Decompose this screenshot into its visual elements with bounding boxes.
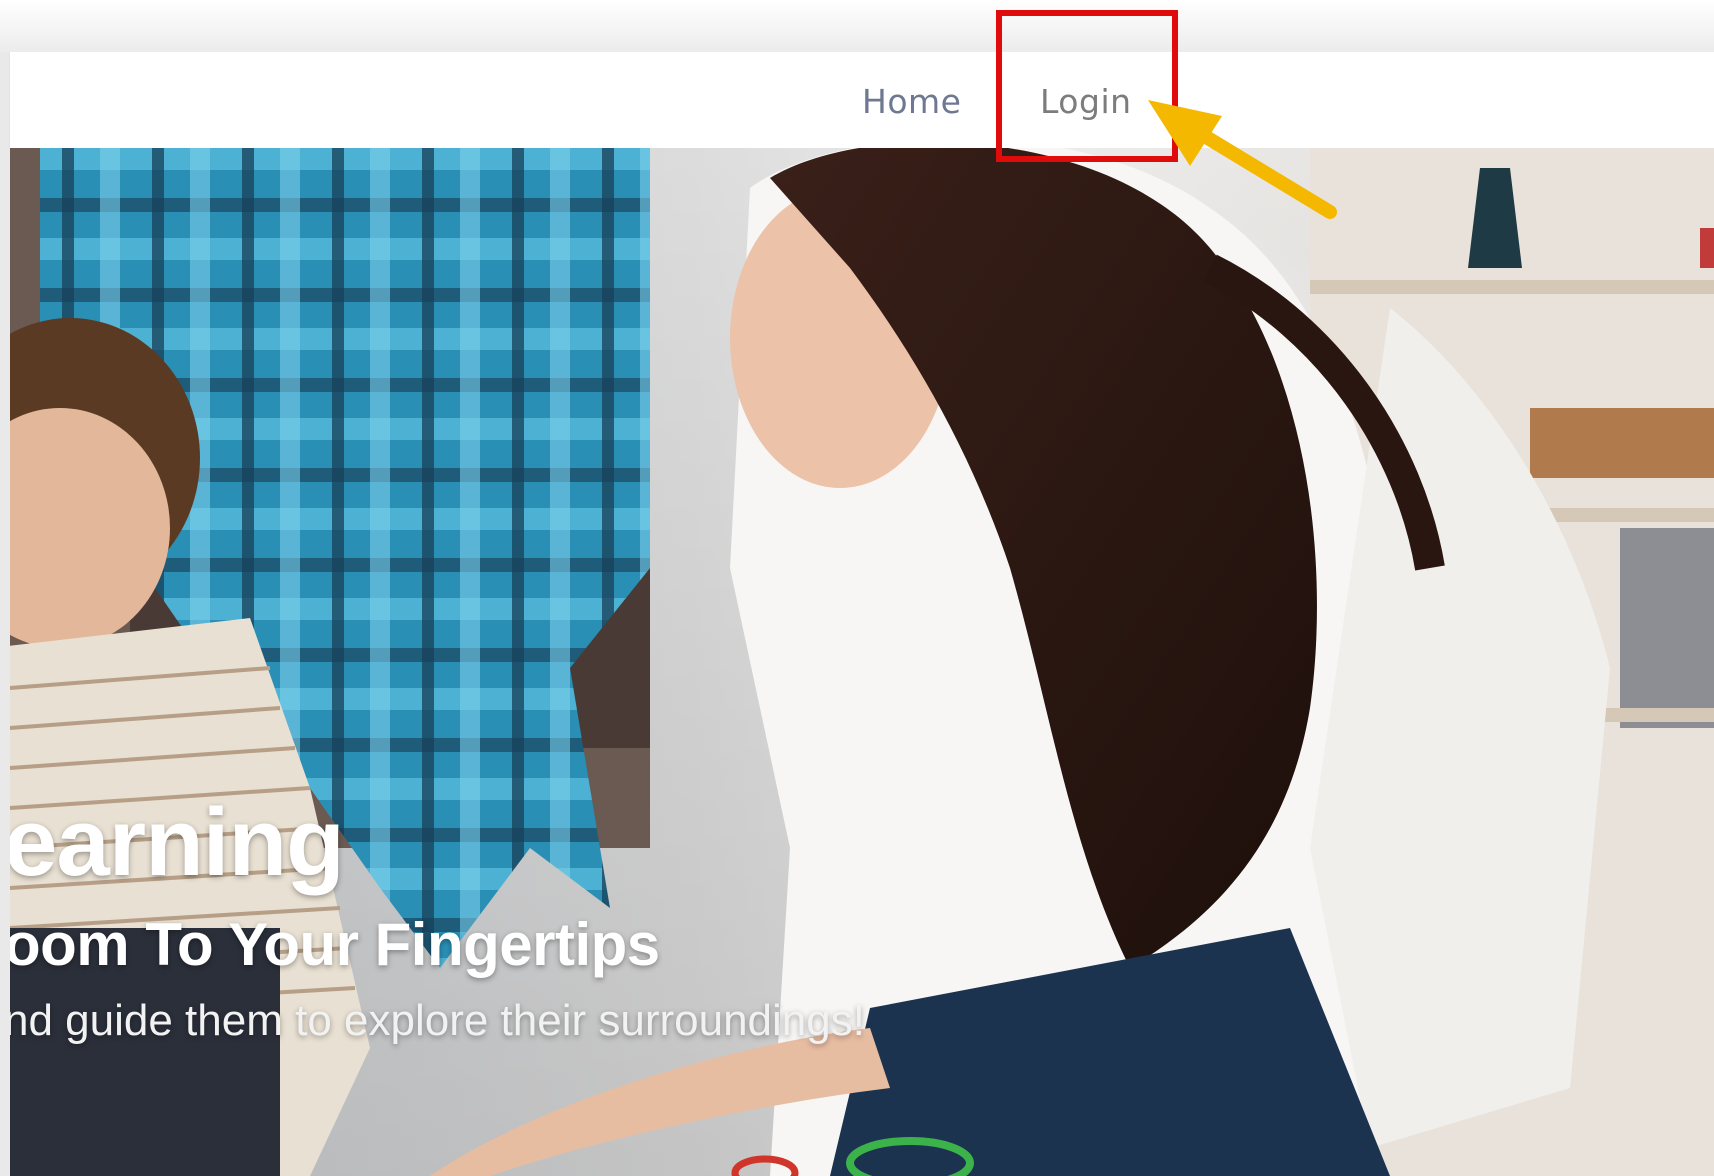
hero-tagline: nd guide them to explore their surroundi… — [10, 996, 865, 1045]
browser-top-strip — [0, 0, 1714, 52]
annotation-arrow-icon — [1148, 100, 1337, 219]
navbar: Home Login — [10, 52, 1714, 148]
nav-home-link[interactable]: Home — [862, 82, 961, 122]
hero-title: earning — [10, 789, 345, 896]
left-edge — [0, 52, 10, 1176]
hero-banner: earning oom To Your Fingertips nd guide … — [10, 148, 1714, 1176]
hero-subtitle: oom To Your Fingertips — [10, 911, 660, 978]
